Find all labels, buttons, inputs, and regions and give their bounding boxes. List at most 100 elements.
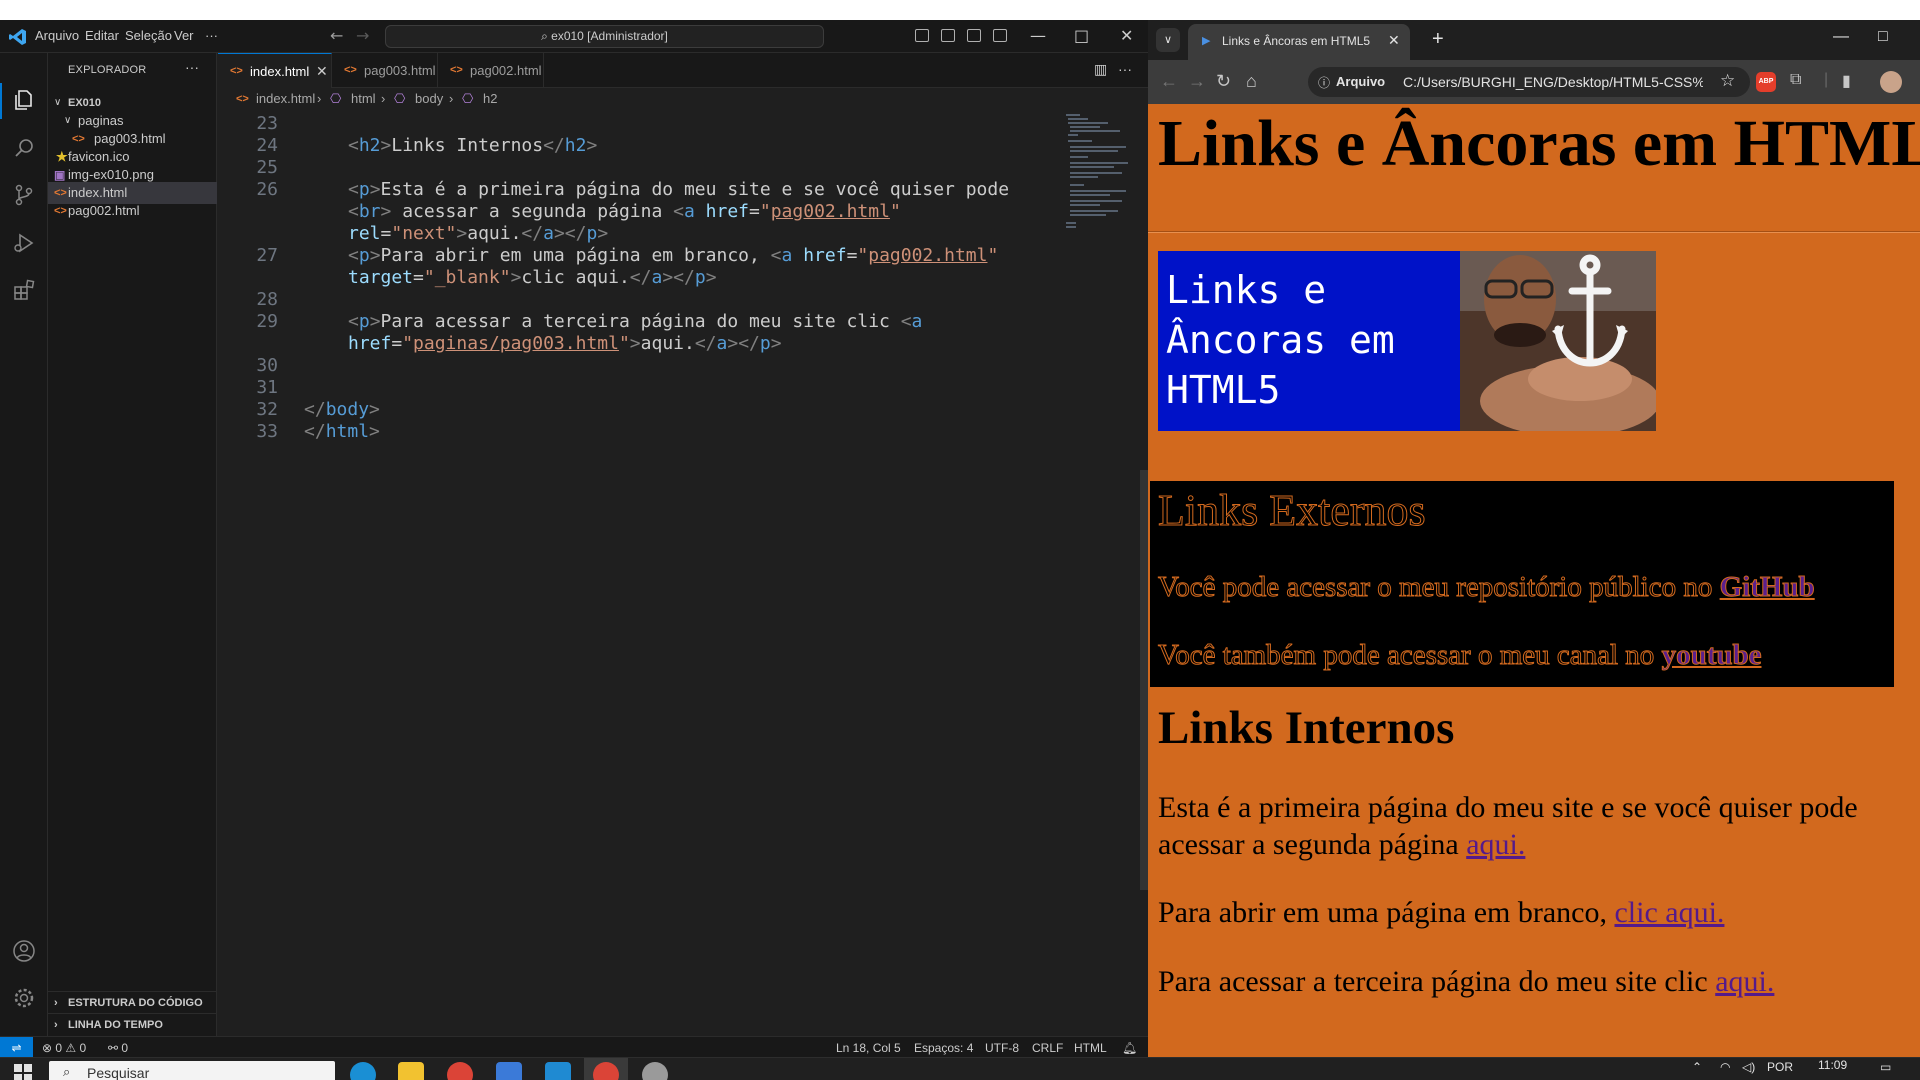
taskbar-search[interactable]: ⌕ Pesquisar <box>49 1061 335 1080</box>
keyboard-language[interactable]: POR <box>1767 1060 1793 1074</box>
timeline-section[interactable]: › LINHA DO TEMPO <box>48 1013 217 1035</box>
activity-active-indicator <box>0 83 2 119</box>
menu-selecao[interactable]: Seleção <box>125 28 172 43</box>
minimize-icon[interactable]: — <box>1833 28 1849 46</box>
link-aqui-pag003[interactable]: aqui. <box>1715 965 1774 998</box>
editor-scrollbar[interactable] <box>1138 110 1148 1037</box>
link-aqui-pag002[interactable]: aqui. <box>1466 828 1525 861</box>
info-icon[interactable]: ⓘ <box>1318 74 1330 91</box>
toolbar-divider: | <box>1824 71 1829 88</box>
end-of-line[interactable]: CRLF <box>1032 1037 1063 1059</box>
back-arrow-icon[interactable]: ← <box>1160 71 1178 92</box>
browser-tab[interactable]: ▶ Links e Âncoras em HTML5 ✕ <box>1188 24 1410 60</box>
calculator-icon[interactable] <box>496 1062 522 1080</box>
breadcrumb-item[interactable]: html <box>351 88 376 110</box>
app-icon[interactable] <box>642 1062 668 1080</box>
new-tab-plus-icon[interactable]: + <box>1432 28 1444 51</box>
clock-time[interactable]: 11:09 <box>1818 1058 1847 1072</box>
nav-back-icon[interactable]: ← <box>330 26 343 45</box>
forward-arrow-icon[interactable]: → <box>1188 71 1206 92</box>
notifications-icon[interactable]: ▭ <box>1880 1060 1891 1074</box>
breadcrumb-item[interactable]: index.html <box>256 88 315 110</box>
close-icon[interactable]: ✕ <box>316 54 328 89</box>
code-editor[interactable]: 23 24 <h2>Links Internos</h2> 25 26 <p>Est… <box>218 110 1148 1037</box>
more-actions-icon[interactable]: ··· <box>1118 61 1132 77</box>
windows-start-icon[interactable] <box>14 1064 32 1080</box>
status-bar: ⇌ ⊗ 0 ⚠ 0 ⚯ 0 Ln 18, Col 5 Espaços: 4 UT… <box>0 1036 1148 1059</box>
split-editor-icon[interactable]: ▥ <box>1094 61 1107 78</box>
menu-arquivo[interactable]: Arquivo <box>35 28 79 43</box>
close-icon[interactable]: ✕ <box>1388 32 1400 49</box>
search-icon[interactable] <box>11 136 37 162</box>
paragraph-text: Esta é a primeira página do meu site e s… <box>1158 791 1858 824</box>
tab-pag002-html[interactable]: <> pag002.html <box>438 53 544 88</box>
adblock-plus-icon[interactable]: ABP <box>1756 72 1776 92</box>
outline-section[interactable]: › ESTRUTURA DO CÓDIGO <box>48 991 217 1013</box>
accounts-icon[interactable] <box>11 939 37 965</box>
home-icon[interactable]: ⌂ <box>1246 71 1257 92</box>
cursor-position[interactable]: Ln 18, Col 5 <box>836 1037 901 1059</box>
network-icon[interactable]: ◠ <box>1720 1060 1730 1074</box>
breadcrumb-item[interactable]: body <box>415 88 443 110</box>
toggle-secondary-sidebar-icon[interactable] <box>967 29 981 42</box>
minimap[interactable] <box>1066 110 1136 270</box>
customize-layout-icon[interactable] <box>993 29 1007 42</box>
paragraph-text: Para acessar a terceira página do meu si… <box>1158 965 1716 998</box>
menu-more[interactable]: ··· <box>205 28 218 43</box>
internal-paragraph-1: Esta é a primeira página do meu site e s… <box>1158 789 1858 863</box>
menu-editar[interactable]: Editar <box>85 28 119 43</box>
link-clic-aqui[interactable]: clic aqui. <box>1614 896 1724 929</box>
settings-gear-icon[interactable] <box>11 986 37 1012</box>
explorer-icon[interactable] <box>11 88 37 114</box>
search-icon: ⌕ <box>63 1064 71 1079</box>
encoding[interactable]: UTF-8 <box>985 1037 1019 1059</box>
tab-pag003-html[interactable]: <> pag003.html <box>332 53 438 88</box>
taskbar-search-placeholder: Pesquisar <box>87 1065 150 1080</box>
profile-avatar[interactable] <box>1880 71 1902 93</box>
side-panel-icon[interactable]: ▮ <box>1842 71 1851 91</box>
command-center-search[interactable]: ⌕ ex010 [Administrador] <box>385 25 824 48</box>
search-icon: ⌕ <box>541 29 552 43</box>
tree-file-pag002[interactable]: <> pag002.html <box>48 200 217 222</box>
address-bar[interactable]: ⓘ Arquivo C:/Users/BURGHI_ENG/Desktop/HT… <box>1308 67 1750 97</box>
nav-forward-icon[interactable]: → <box>356 26 369 45</box>
problems-count[interactable]: ⊗ 0 ⚠ 0 <box>42 1037 86 1059</box>
banner-image: Links e Âncoras em HTML5 <box>1158 251 1656 431</box>
explorer-more-actions[interactable]: ··· <box>185 59 199 75</box>
tab-index-html[interactable]: <> index.html ✕ <box>218 53 332 88</box>
toggle-sidebar-icon[interactable] <box>915 29 929 42</box>
editor-scrollbar-thumb[interactable] <box>1140 470 1148 890</box>
volume-icon[interactable]: ◁) <box>1742 1060 1755 1074</box>
breadcrumb-item[interactable]: h2 <box>483 88 497 110</box>
maximize-icon[interactable]: □ <box>1074 26 1089 45</box>
extensions-icon[interactable] <box>11 278 37 304</box>
source-control-icon[interactable] <box>11 183 37 209</box>
ports-count[interactable]: ⚯ 0 <box>108 1037 128 1059</box>
file-explorer-icon[interactable] <box>398 1062 424 1080</box>
vscode-window: Arquivo Editar Seleção Ver ··· ← → ⌕ ex0… <box>0 20 1148 1059</box>
tab-search-chevron-icon[interactable]: ∨ <box>1156 28 1180 52</box>
remote-indicator-icon[interactable]: ⇌ <box>0 1037 33 1059</box>
extensions-puzzle-icon[interactable]: ⧉ <box>1790 71 1801 89</box>
toggle-panel-icon[interactable] <box>941 29 955 42</box>
minimize-icon[interactable]: — <box>1030 26 1046 45</box>
indentation[interactable]: Espaços: 4 <box>914 1037 973 1059</box>
close-icon[interactable]: ✕ <box>1120 26 1133 45</box>
menu-ver[interactable]: Ver <box>174 28 194 43</box>
internal-paragraph-3: Para acessar a terceira página do meu si… <box>1158 963 1774 1000</box>
github-link[interactable]: GitHub <box>1719 571 1815 604</box>
chevron-right-icon: › <box>317 91 322 106</box>
bookmark-star-icon[interactable]: ☆ <box>1720 71 1735 91</box>
youtube-link[interactable]: youtube <box>1661 639 1762 672</box>
tray-chevron-icon[interactable]: ⌃ <box>1692 1060 1702 1074</box>
vscode-taskbar-icon[interactable] <box>545 1062 571 1080</box>
external-paragraph-github: Você pode acessar o meu repositório públ… <box>1158 571 1816 604</box>
run-debug-icon[interactable] <box>11 231 37 257</box>
language-mode[interactable]: HTML <box>1074 1037 1107 1059</box>
chrome-icon[interactable] <box>447 1062 473 1080</box>
notifications-bell-icon[interactable]: 🔔︎ <box>1122 1037 1137 1059</box>
maximize-icon[interactable]: □ <box>1878 28 1888 46</box>
edge-icon[interactable] <box>350 1062 376 1080</box>
activity-bar <box>0 53 48 1037</box>
reload-icon[interactable]: ↻ <box>1216 71 1231 92</box>
